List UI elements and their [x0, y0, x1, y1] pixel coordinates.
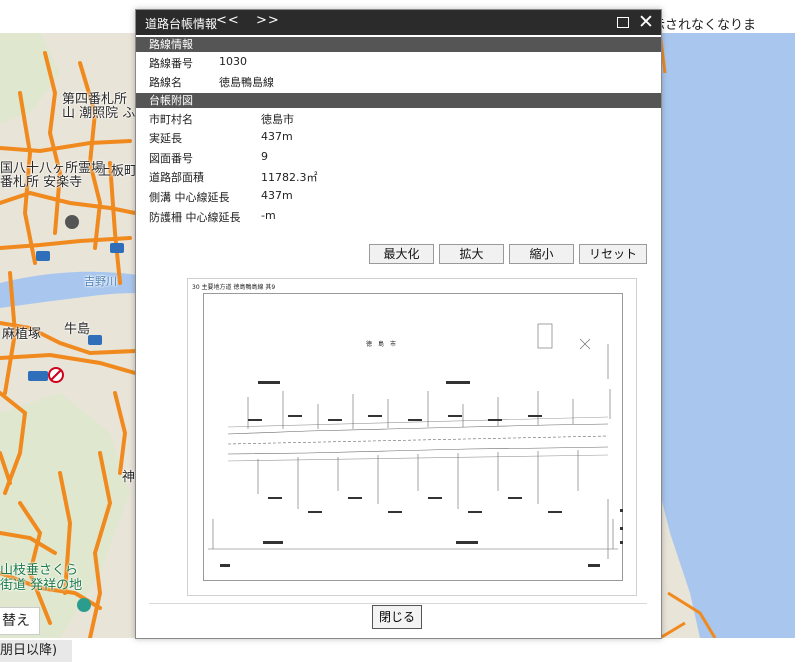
- footer-divider: [149, 603, 647, 604]
- dialog-titlebar[interactable]: 道路台帳情報 << >> ✕: [136, 10, 661, 35]
- route-number-label: 路線番号: [149, 57, 193, 70]
- bottom-strip: [0, 638, 795, 662]
- map-label-area: 麻植塚: [2, 327, 42, 342]
- route-number-value: 1030: [219, 55, 247, 68]
- section-ledger-drawing: 台帳附図: [136, 93, 661, 108]
- drawing-number-label: 図面番号: [149, 152, 193, 165]
- zoom-in-button[interactable]: 拡大: [439, 244, 504, 264]
- reset-button[interactable]: リセット: [579, 244, 647, 264]
- dialog-title: 道路台帳情報: [145, 17, 218, 31]
- road-area-value: 11782.3㎡: [261, 171, 318, 184]
- fence-length-label: 防護柵 中心線延長: [149, 211, 241, 224]
- date-filter-chip[interactable]: 朋日以降): [0, 640, 72, 662]
- map-label-island: 牛島: [64, 322, 91, 337]
- road-ledger-dialog: 道路台帳情報 << >> ✕ 路線情報 路線番号 1030 路線名 徳島鴨島線 …: [135, 9, 662, 639]
- drawing-number-value: 9: [261, 150, 268, 163]
- close-dialog-button[interactable]: 閉じる: [372, 605, 422, 629]
- prev-record-button[interactable]: <<: [216, 13, 240, 28]
- municipality-value: 徳島市: [261, 113, 294, 126]
- road-area-label: 道路部面積: [149, 171, 204, 184]
- close-icon[interactable]: ✕: [638, 11, 654, 33]
- section-route-info: 路線情報: [136, 37, 661, 52]
- map-label-temple-6-name: 番札所 安楽寺: [0, 175, 83, 190]
- route-name-value: 徳島鴨島線: [219, 76, 274, 89]
- gutter-length-value: 437m: [261, 189, 293, 202]
- map-label-river: 吉野川: [84, 275, 117, 288]
- ledger-drawing-viewer[interactable]: 30 主要地方道 徳島鴨島線 其9 徳島市: [187, 278, 637, 596]
- municipality-label: 市町村名: [149, 113, 193, 126]
- map-label-town: 上板町: [98, 164, 138, 179]
- length-value: 437m: [261, 130, 293, 143]
- fence-length-value: -m: [261, 209, 276, 222]
- maximize-button[interactable]: 最大化: [369, 244, 434, 264]
- map-label-temple-4-name: 山 潮照院 ふ: [62, 106, 136, 121]
- maximize-icon[interactable]: [617, 17, 629, 28]
- map-label-kami: 神: [122, 470, 136, 485]
- gutter-length-label: 側溝 中心線延長: [149, 191, 230, 204]
- next-record-button[interactable]: >>: [256, 13, 280, 28]
- map-switch-button[interactable]: 替え: [0, 607, 40, 635]
- map-label-sakura-origin: 街道 発祥の地: [0, 578, 83, 593]
- road-plan-drawing: [208, 323, 623, 567]
- length-label: 実延長: [149, 132, 182, 145]
- zoom-out-button[interactable]: 縮小: [509, 244, 574, 264]
- route-name-label: 路線名: [149, 76, 182, 89]
